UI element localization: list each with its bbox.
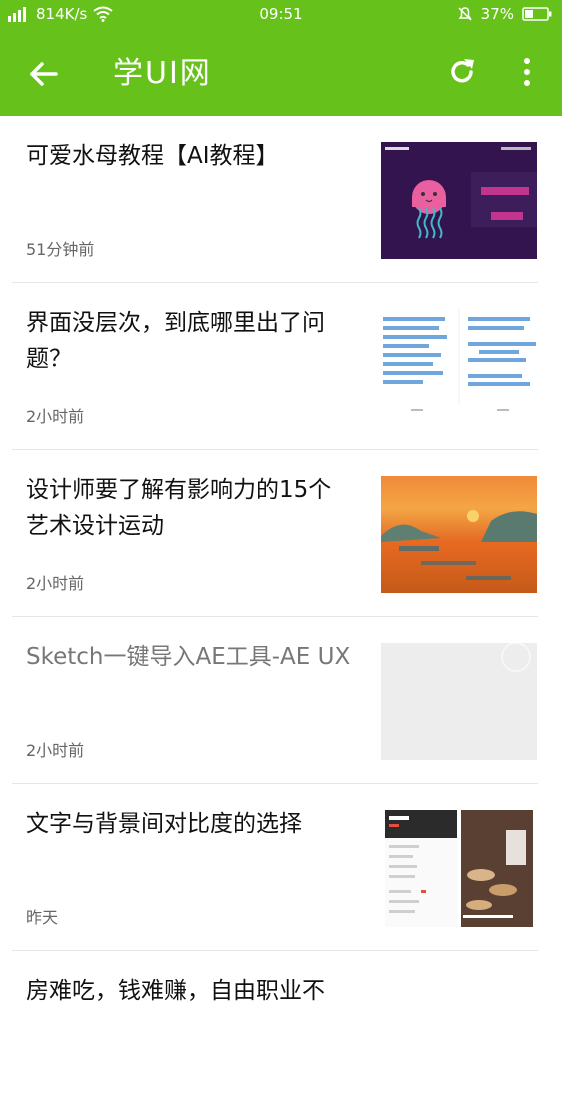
article-time: 2小时前 <box>26 407 85 426</box>
article-time: 昨天 <box>26 908 59 927</box>
app-bar: 学UI网 <box>0 30 562 116</box>
article-item-ui-hierarchy[interactable]: 界面没层次，到底哪里出了问题？ 2小时前 <box>12 283 538 450</box>
article-thumbnail-placeholder <box>381 643 537 760</box>
back-button[interactable] <box>26 56 62 92</box>
article-thumbnail <box>381 309 537 426</box>
more-vertical-icon <box>516 56 538 88</box>
page-title: 学UI网 <box>113 56 212 91</box>
refresh-button[interactable] <box>446 56 478 88</box>
article-item-contrast[interactable]: 文字与背景间对比度的选择 昨天 <box>12 784 538 951</box>
battery-percent: 37% <box>480 5 514 23</box>
article-thumbnail <box>381 142 537 259</box>
mute-bell-icon <box>457 6 473 22</box>
article-title: 可爱水母教程【AI教程】 <box>26 143 279 169</box>
article-item-sketch-ae[interactable]: Sketch一键导入AE工具-AE UX 2小时前 <box>12 617 538 784</box>
article-thumbnail <box>381 476 537 593</box>
more-options-button[interactable] <box>516 56 538 88</box>
arrow-left-icon <box>26 56 62 92</box>
article-time: 2小时前 <box>26 741 85 760</box>
article-thumbnail <box>381 810 537 927</box>
article-title: 文字与背景间对比度的选择 <box>26 811 302 837</box>
article-title: 设计师要了解有影响力的15个艺术设计运动 <box>26 477 332 539</box>
article-title: Sketch一键导入AE工具-AE UX <box>26 644 351 670</box>
refresh-icon <box>446 56 478 88</box>
battery-icon <box>522 6 552 22</box>
article-item-jellyfish[interactable]: 可爱水母教程【AI教程】 51分钟前 <box>12 116 538 283</box>
status-bar: 814K/s 09:51 37% <box>0 0 562 30</box>
article-time: 2小时前 <box>26 574 85 593</box>
article-title: 界面没层次，到底哪里出了问题？ <box>26 310 325 372</box>
article-item-freelance[interactable]: 房难吃，钱难赚，自由职业不 <box>12 951 538 1117</box>
article-item-art-movements[interactable]: 设计师要了解有影响力的15个艺术设计运动 2小时前 <box>12 450 538 617</box>
article-title: 房难吃，钱难赚，自由职业不 <box>26 978 325 1004</box>
article-time: 51分钟前 <box>26 240 95 259</box>
